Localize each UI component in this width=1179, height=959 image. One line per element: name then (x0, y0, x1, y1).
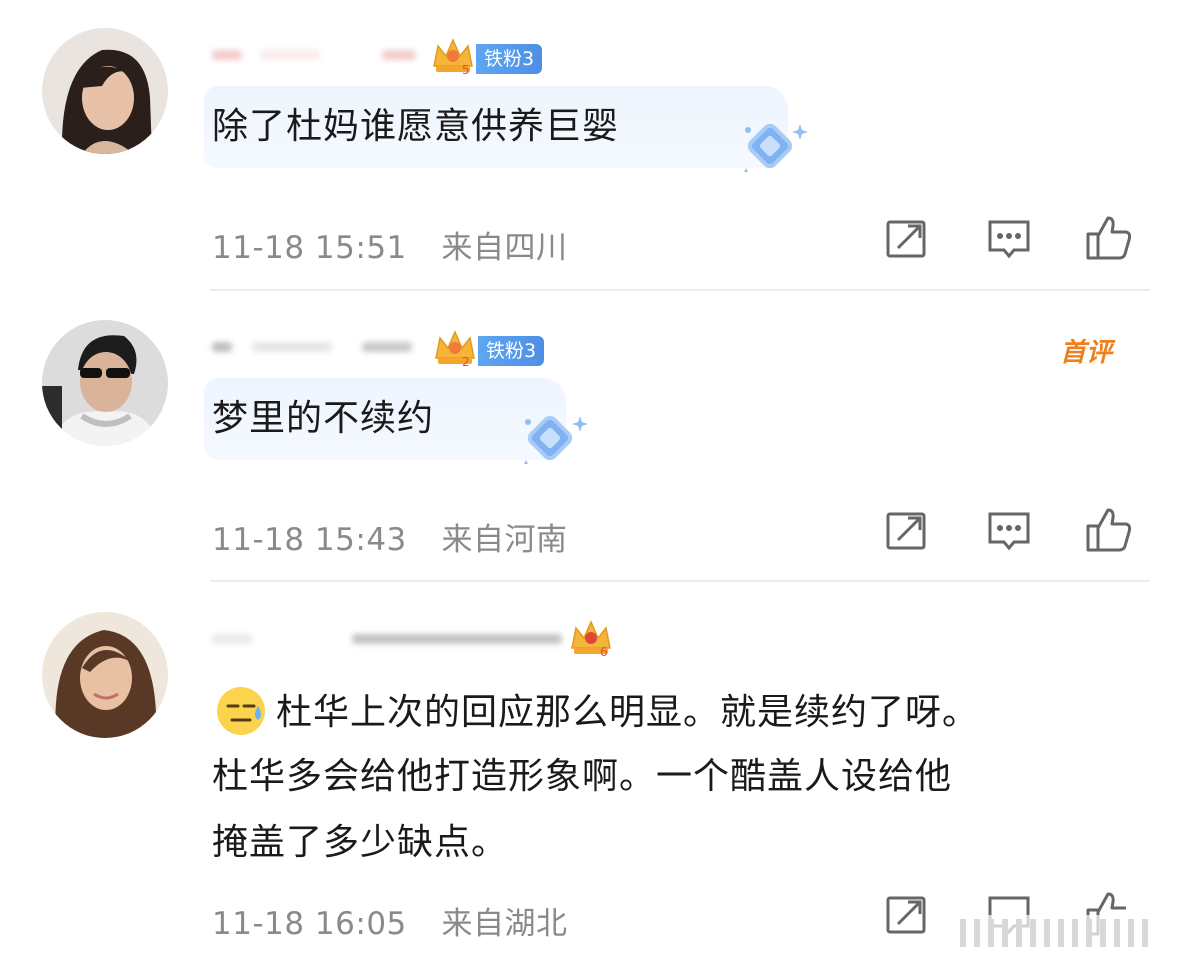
comment-icon[interactable] (984, 214, 1034, 264)
comment-meta: 11-18 16:05 来自湖北 (212, 898, 568, 943)
repost-icon[interactable] (882, 506, 932, 556)
comment-meta: 11-18 15:43 来自河南 (212, 514, 568, 559)
watermark-overlay (930, 895, 1170, 955)
svg-text:2: 2 (462, 355, 470, 368)
location: 来自四川 (441, 230, 568, 266)
timestamp: 11-18 15:51 (212, 230, 407, 266)
thumbs-up-icon[interactable] (1084, 504, 1134, 554)
username-blurred[interactable] (212, 618, 562, 658)
crown-icon: 5 (430, 36, 476, 77)
diamond-gem-icon (732, 114, 812, 194)
comment-text: 梦里的不续约 (212, 398, 435, 439)
avatar[interactable] (42, 320, 168, 446)
repost-icon[interactable] (882, 890, 932, 940)
username-blurred[interactable] (212, 34, 422, 74)
repost-icon[interactable] (882, 214, 932, 264)
avatar[interactable] (42, 612, 168, 738)
avatar[interactable] (42, 28, 168, 154)
timestamp: 11-18 16:05 (212, 906, 407, 942)
crown-icon: 6 (568, 618, 614, 659)
thumbs-up-icon[interactable] (1084, 212, 1134, 262)
svg-text:6: 6 (600, 645, 608, 658)
location: 来自河南 (441, 522, 568, 558)
comment-icon[interactable] (984, 506, 1034, 556)
fan-badge[interactable]: 铁粉3 (476, 44, 543, 74)
top-comment-tag: 首评 (1060, 338, 1113, 368)
diamond-gem-icon (512, 406, 592, 486)
comment-text-line: 杜华多会给他打造形象啊。一个酷盖人设给他 (212, 756, 953, 797)
divider (210, 580, 1150, 582)
username-blurred[interactable] (212, 326, 422, 366)
sweat-smile-emoji-icon (214, 684, 268, 738)
comment-text-line: 掩盖了多少缺点。 (212, 822, 509, 863)
crown-icon: 2 (432, 328, 478, 369)
svg-text:5: 5 (462, 63, 470, 76)
comment-text: 除了杜妈谁愿意供养巨婴 (212, 106, 620, 147)
fan-badge[interactable]: 铁粉3 (478, 336, 545, 366)
timestamp: 11-18 15:43 (212, 522, 407, 558)
location: 来自湖北 (441, 906, 568, 942)
comment-meta: 11-18 15:51 来自四川 (212, 222, 568, 267)
comment-text-line: 杜华上次的回应那么明显。就是续约了呀。 (276, 692, 980, 733)
divider (210, 289, 1150, 291)
